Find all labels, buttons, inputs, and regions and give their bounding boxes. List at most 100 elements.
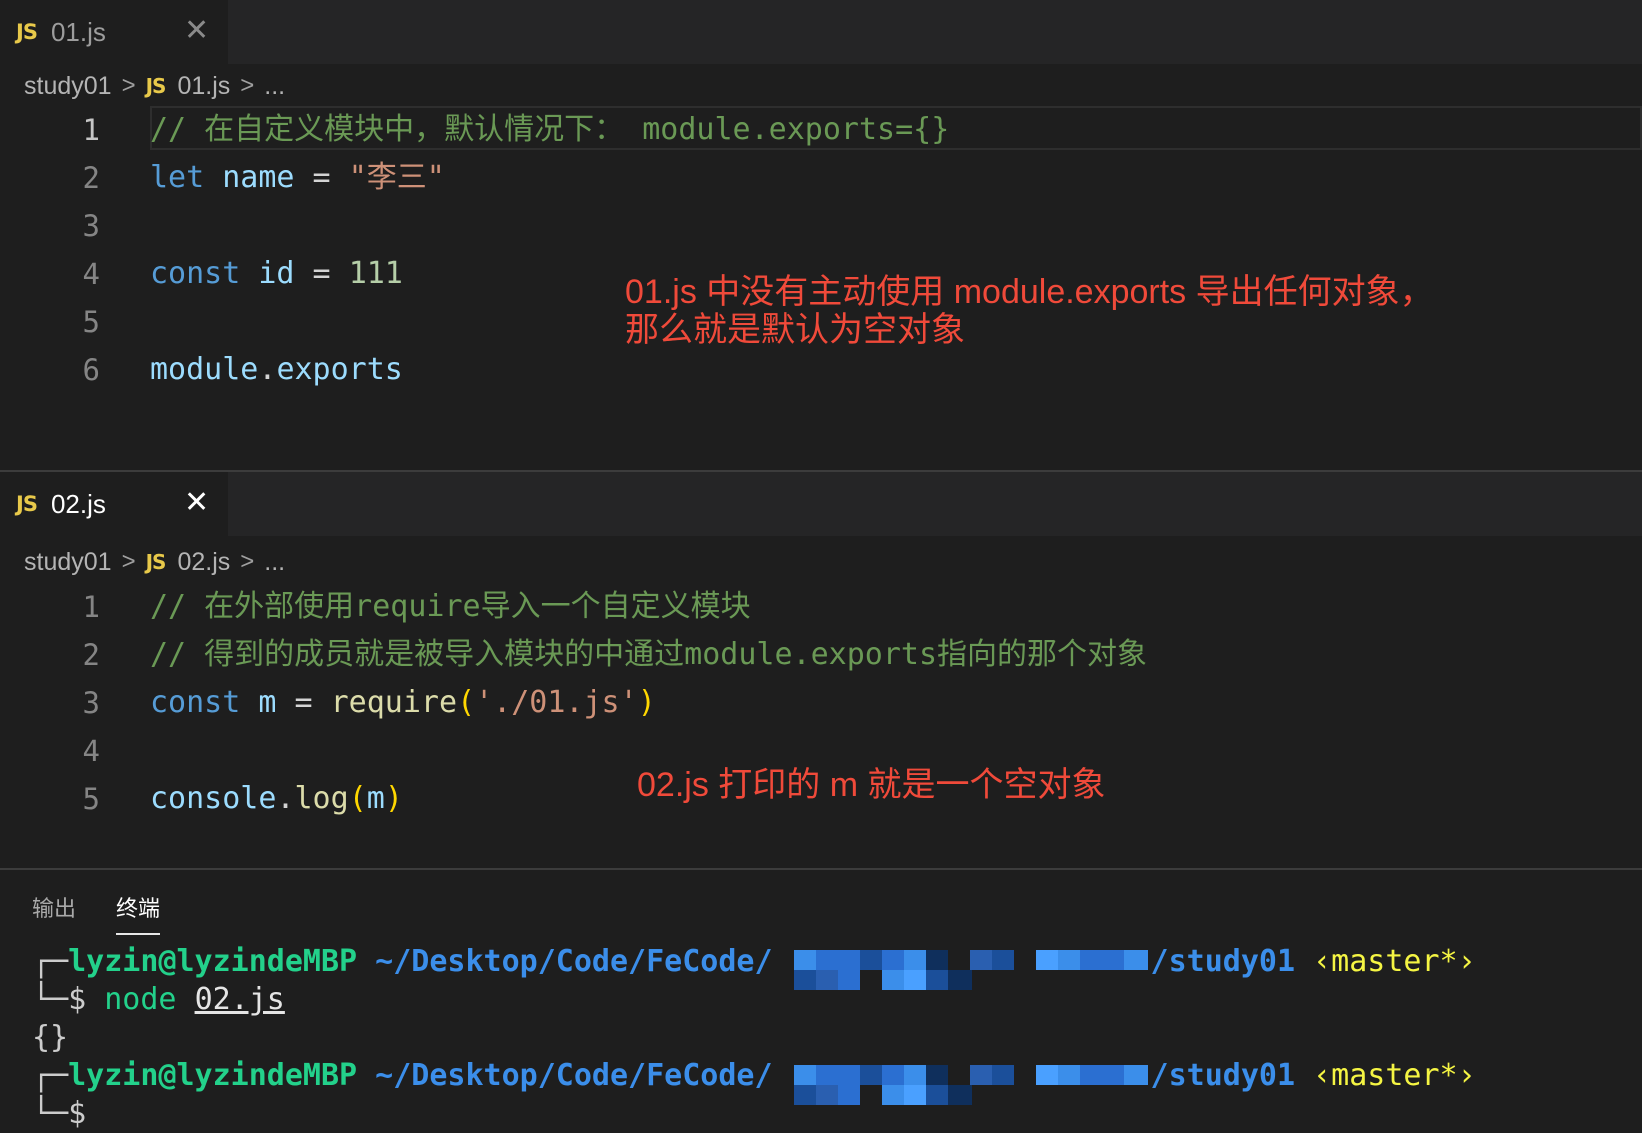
terminal-output: {} (32, 1020, 69, 1055)
box-drawing: └─ (32, 982, 69, 1017)
code-line[interactable]: 2 let name = "李三" (0, 154, 1642, 202)
code-editor-top[interactable]: 1 // 在自定义模块中，默认情况下： module.exports={} 2 let… (0, 106, 1642, 394)
chevron-right-icon: > (240, 72, 255, 99)
code-token: = (276, 685, 331, 720)
redaction-pixel (816, 950, 840, 970)
code-token: ( (348, 781, 367, 816)
code-token: const (150, 685, 241, 720)
redaction-pixel (1036, 950, 1060, 970)
redaction-pixel (1058, 1065, 1082, 1085)
redaction-pixel (970, 1065, 994, 1085)
line-number: 2 (82, 161, 100, 195)
redaction-pixel (838, 970, 862, 990)
chevron-right-icon: > (121, 548, 136, 575)
code-token: m (366, 781, 385, 816)
line-number: 1 (82, 113, 100, 147)
line-number: 5 (82, 782, 100, 816)
close-icon[interactable]: ✕ (184, 16, 209, 46)
code-token: . (258, 352, 277, 387)
code-token: . (276, 781, 295, 816)
terminal-argument: 02.js (194, 982, 285, 1017)
tab-01-js[interactable]: JS 01.js ✕ (0, 0, 228, 64)
redaction-pixel (1036, 1065, 1060, 1085)
redaction-pixel (794, 1085, 818, 1105)
code-token: ( (457, 685, 476, 720)
breadcrumb-top: study01 > JS 01.js > ... (24, 66, 285, 106)
code-token: log (294, 781, 349, 816)
redaction-pixel (1080, 950, 1104, 970)
breadcrumb-more[interactable]: ... (264, 72, 285, 101)
redaction-pixel (860, 970, 884, 990)
redaction-pixel (904, 1065, 928, 1085)
redaction-pixel (838, 1065, 862, 1085)
line-number: 6 (82, 353, 100, 387)
code-text: const id = 111 (150, 250, 403, 298)
code-text: module.exports (150, 346, 403, 394)
code-token: // 在自定义模块中，默认情况下： module.exports={} (150, 112, 950, 147)
breadcrumb-folder[interactable]: study01 (24, 548, 112, 577)
terminal-prompt-line: ┌─lyzin@lyzindeMBP ~/Desktop/Code/FeCode… (32, 943, 1476, 981)
redaction-pixel (948, 1065, 972, 1085)
code-token: m (258, 685, 277, 720)
panel-tabs: 输出 终端 (32, 888, 200, 935)
redaction-pixel (926, 1065, 950, 1085)
annotation-text: 那么就是默认为空对象 (625, 311, 965, 349)
tab-terminal[interactable]: 终端 (116, 891, 161, 935)
redaction-pixel (1102, 1065, 1126, 1085)
redaction-pixel (992, 1065, 1016, 1085)
chevron-right-icon: > (121, 72, 136, 99)
tab-output[interactable]: 输出 (32, 891, 76, 929)
code-token: './01.js' (475, 685, 638, 720)
box-drawing: ┌─ (32, 944, 69, 979)
breadcrumb-folder[interactable]: study01 (24, 72, 112, 101)
code-line[interactable]: 3 const m = require('./01.js') (0, 679, 1642, 727)
code-line[interactable]: 1 // 在外部使用require导入一个自定义模块 (0, 583, 1642, 631)
panel-divider[interactable] (0, 868, 1642, 870)
code-token: require (330, 685, 458, 720)
breadcrumb-more[interactable]: ... (264, 548, 285, 577)
redaction-pixel (816, 1085, 840, 1105)
redaction-pixel (882, 1085, 906, 1105)
redaction-pixel (1124, 950, 1148, 970)
redaction-pixel (926, 970, 950, 990)
terminal-command-line: └─$ node 02.js (32, 981, 285, 1019)
box-drawing: ┌─ (32, 1058, 69, 1093)
breadcrumb-bottom: study01 > JS 02.js > ... (24, 542, 285, 582)
code-line[interactable]: 3 (0, 202, 1642, 250)
redaction-pixel (838, 1085, 862, 1105)
redaction-pixel (860, 1085, 884, 1105)
chevron-right-icon: > (240, 548, 255, 575)
breadcrumb-file[interactable]: 01.js (177, 72, 230, 101)
code-token: 111 (348, 256, 403, 291)
code-line[interactable]: 1 // 在自定义模块中，默认情况下： module.exports={} (0, 106, 1642, 154)
redaction-pixel (904, 1085, 928, 1105)
code-token: ) (637, 685, 656, 720)
javascript-file-icon: JS (145, 74, 167, 98)
line-number: 5 (82, 305, 100, 339)
terminal-path: ~/Desktop/Code/FeCode/ (375, 944, 773, 979)
code-text: const m = require('./01.js') (150, 679, 656, 727)
code-line[interactable]: 6 module.exports (0, 346, 1642, 394)
redaction-pixel (816, 1065, 840, 1085)
terminal-command-line[interactable]: └─$ (32, 1095, 86, 1133)
redaction-pixel (1014, 1065, 1038, 1085)
code-token: name (222, 160, 295, 195)
code-token: console (150, 781, 277, 816)
redaction-pixel (1058, 950, 1082, 970)
code-text: // 在自定义模块中，默认情况下： module.exports={} (150, 106, 949, 154)
code-line[interactable]: 2 // 得到的成员就是被导入模块的中通过module.exports指向的那个对… (0, 631, 1642, 679)
javascript-file-icon: JS (16, 492, 38, 516)
redaction-pixel (1014, 950, 1038, 970)
breadcrumb-file[interactable]: 02.js (177, 548, 230, 577)
code-token: let (150, 160, 205, 195)
annotation-text: 01.js 中没有主动使用 module.exports 导出任何对象， (625, 273, 1434, 311)
redaction-pixel (970, 950, 994, 970)
tab-02-js[interactable]: JS 02.js ✕ (0, 472, 228, 536)
line-number: 4 (82, 257, 100, 291)
redaction-pixel (816, 970, 840, 990)
code-token: module (150, 352, 259, 387)
redaction-pixel (1124, 1065, 1148, 1085)
close-icon[interactable]: ✕ (184, 488, 209, 518)
